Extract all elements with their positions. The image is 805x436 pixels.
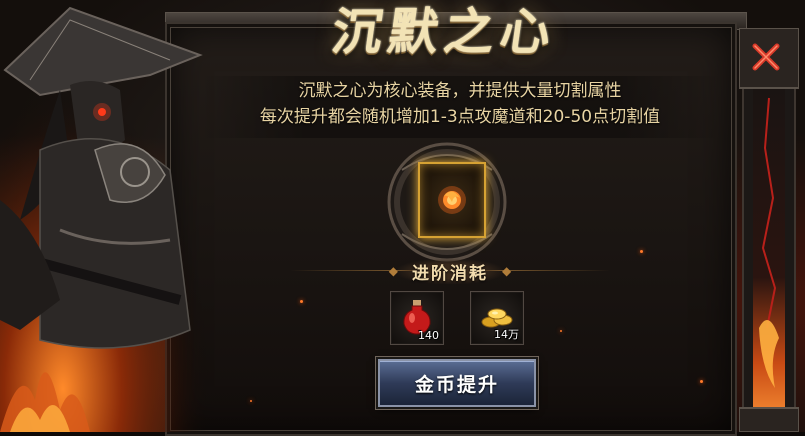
character-artwork	[0, 0, 210, 432]
cost-item-quantity: 14万	[494, 328, 519, 341]
cost-item-potion[interactable]: 140	[390, 291, 444, 345]
ember	[700, 380, 703, 383]
ornament-right-icon: ◆	[502, 264, 512, 278]
decorative-pillar	[738, 27, 800, 433]
description-line-1: 沉默之心为核心装备，并提供大量切割属性	[298, 81, 622, 101]
ember	[300, 300, 303, 303]
close-button[interactable]	[747, 38, 785, 76]
gold-upgrade-button[interactable]: 金币提升	[378, 359, 536, 407]
close-icon	[752, 43, 780, 71]
cost-header-label: 进阶消耗	[398, 258, 502, 284]
description-line-2: 每次提升都会随机增加1-3点攻魔道和20-50点切割值	[259, 107, 661, 127]
flame-orb-icon	[438, 186, 466, 214]
equipment-slot[interactable]	[418, 162, 486, 238]
ember	[560, 330, 562, 332]
ember	[250, 400, 252, 402]
cost-header: ◆ 进阶消耗 ◆	[300, 258, 600, 284]
ornament-left-icon: ◆	[388, 264, 398, 278]
ember	[640, 250, 643, 253]
description: 沉默之心为核心装备，并提供大量切割属性 每次提升都会随机增加1-3点攻魔道和20…	[200, 78, 720, 130]
cost-item-quantity: 140	[418, 329, 439, 342]
cost-item-gold[interactable]: 14万	[470, 291, 524, 345]
page-title: 沉默之心	[328, 2, 561, 61]
